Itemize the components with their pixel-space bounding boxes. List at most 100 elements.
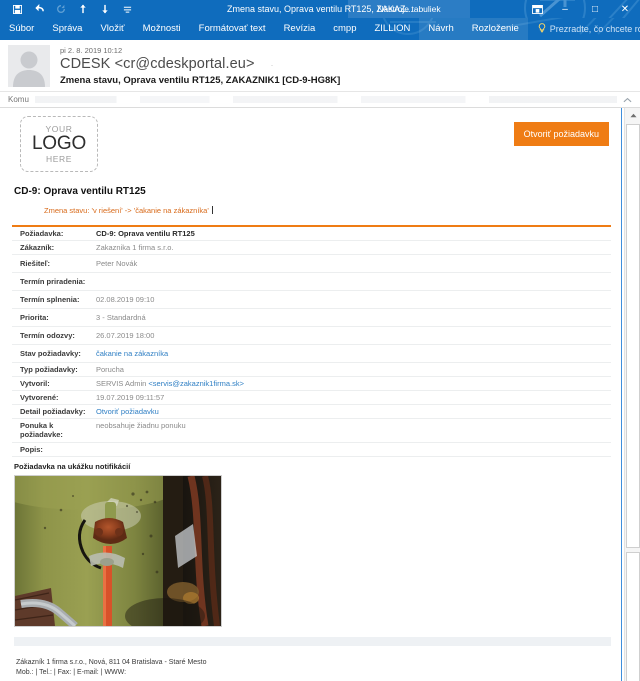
detail-key: Priorita: xyxy=(20,313,49,322)
table-row: Riešiteľ: Peter Novák xyxy=(12,255,611,273)
description-title: Požiadavka na ukážku notifikácií xyxy=(14,461,131,471)
tell-me-search[interactable]: Prezradte, čo chcete robiť... xyxy=(528,18,640,40)
reading-pane-scrollbar[interactable] xyxy=(624,108,640,681)
window-controls[interactable]: – □ ✕ xyxy=(524,0,640,18)
tab-formatovat-text[interactable]: Formátovať text xyxy=(190,18,275,40)
contextual-tools-label: Nástroje tabuliek xyxy=(348,0,470,18)
recipients-row: Komu xyxy=(0,92,640,108)
tab-moznosti[interactable]: Možnosti xyxy=(134,18,190,40)
detail-key: Vytvoril: xyxy=(20,379,50,388)
detail-key: Stav požiadavky: xyxy=(20,349,81,358)
creator-name: SERVIS Admin xyxy=(96,379,147,388)
message-header: pi 2. 8. 2019 10:12 CDESK <cr@cdeskporta… xyxy=(0,40,640,92)
photo-content xyxy=(15,475,221,626)
footer-contacts: Mob.: | Tel.: | Fax: | E-mail: | WWW: xyxy=(16,668,127,676)
open-request-button[interactable]: Otvoriť požiadavku xyxy=(513,122,609,146)
chevron-up-icon[interactable] xyxy=(623,95,632,105)
maximize-button[interactable]: □ xyxy=(580,0,610,18)
scrollbar-thumb[interactable] xyxy=(626,124,640,548)
footer-address: Zákazník 1 firma s.r.o., Nová, 811 04 Br… xyxy=(16,658,207,666)
detail-key: Popis: xyxy=(20,444,43,454)
recipients-label: Komu xyxy=(8,95,29,104)
tab-rozlozenie[interactable]: Rozloženie xyxy=(463,18,528,40)
company-logo-placeholder: YOUR LOGO HERE xyxy=(20,116,98,172)
tab-vlozit[interactable]: Vložiť xyxy=(91,18,133,40)
detail-key: Zákazník: xyxy=(20,243,55,252)
scroll-up-button[interactable] xyxy=(625,108,640,122)
detail-key: Ponuka k požiadavke: xyxy=(20,421,63,440)
table-row: Vytvorené: 19.07.2019 09:11:57 xyxy=(12,391,611,405)
detail-key: Termín odozvy: xyxy=(20,331,75,340)
customize-quick-access-icon[interactable] xyxy=(116,0,138,18)
tab-navrh[interactable]: Návrh xyxy=(419,18,462,40)
table-row: Vytvoril: SERVIS Admin <servis@zakaznik1… xyxy=(12,377,611,391)
table-row: Ponuka k požiadavke: neobsahuje žiadnu p… xyxy=(12,419,611,443)
detail-value-open-request-link[interactable]: Otvoriť požiadavku xyxy=(90,405,611,419)
tab-revizia[interactable]: Revízia xyxy=(275,18,325,40)
tab-zillion[interactable]: ZILLION xyxy=(365,18,419,40)
message-sender-text: CDESK <cr@cdeskportal.eu> xyxy=(60,56,255,72)
detail-value xyxy=(90,442,611,456)
detail-value: Peter Novák xyxy=(96,259,138,268)
detail-key: Vytvorené: xyxy=(20,393,59,402)
ribbon-display-options-icon[interactable] xyxy=(524,0,550,18)
logo-text-bottom: HERE xyxy=(45,153,73,164)
previous-item-icon[interactable] xyxy=(72,0,94,18)
tell-me-placeholder: Prezradte, čo chcete robiť... xyxy=(549,24,640,34)
message-date: pi 2. 8. 2019 10:12 xyxy=(60,46,123,55)
detail-value: 26.07.2019 18:00 xyxy=(96,331,155,340)
table-row: Termín odozvy: 26.07.2019 18:00 xyxy=(12,327,611,345)
tab-subor[interactable]: Súbor xyxy=(0,18,43,40)
detail-key: Požiadavka: xyxy=(20,229,64,238)
company-footer: Zákazník 1 firma s.r.o., Nová, 811 04 Br… xyxy=(16,658,611,678)
text-cursor xyxy=(211,206,213,214)
detail-value: CD-9: Oprava ventilu RT125 xyxy=(96,229,195,238)
request-title: CD-9: Oprava ventilu RT125 xyxy=(14,186,611,197)
email-body: YOUR LOGO HERE Otvoriť požiadavku CD-9: … xyxy=(2,108,622,681)
table-row: Detail požiadavky: Otvoriť požiadavku xyxy=(12,405,611,419)
body-top-row: YOUR LOGO HERE Otvoriť požiadavku xyxy=(12,116,611,172)
minimize-button[interactable]: – xyxy=(550,0,580,18)
detail-key: Termín splnenia: xyxy=(20,295,80,304)
lightbulb-icon xyxy=(538,23,546,35)
detail-value: Zakaznika 1 firma s.r.o. xyxy=(96,243,174,252)
detail-key: Riešiteľ: xyxy=(20,259,50,268)
request-detail-table: Požiadavka: CD-9: Oprava ventilu RT125 Z… xyxy=(12,225,611,457)
reading-pane: YOUR LOGO HERE Otvoriť požiadavku CD-9: … xyxy=(0,108,640,681)
status-change-text: Zmena stavu: 'v riešení' -> 'čakanie na … xyxy=(44,206,209,215)
footer-separator-top xyxy=(14,636,611,646)
close-button[interactable]: ✕ xyxy=(610,0,640,18)
detail-value: Porucha xyxy=(96,365,124,374)
tab-sprava[interactable]: Správa xyxy=(43,18,91,40)
detail-value: 3 - Standardná xyxy=(96,313,146,322)
contextual-tab-group: Návrh Rozloženie xyxy=(419,18,528,40)
table-row: Typ požiadavky: Porucha xyxy=(12,363,611,377)
request-name: Oprava ventilu RT125 xyxy=(43,186,146,197)
table-row: Zákazník: Zakaznika 1 firma s.r.o. xyxy=(12,241,611,255)
window-title-bar: Zmena stavu, Oprava ventilu RT125, ZAKAZ… xyxy=(0,0,640,18)
ribbon-tab-bar: Súbor Správa Vložiť Možnosti Formátovať … xyxy=(0,18,640,40)
recipients-redacted xyxy=(34,96,617,103)
creator-email-link[interactable]: <servis@zakaznik1firma.sk> xyxy=(148,379,244,388)
save-icon[interactable] xyxy=(6,0,28,18)
sender-avatar xyxy=(8,45,50,87)
tab-cmpp[interactable]: cmpp xyxy=(324,18,365,40)
detail-key: Detail požiadavky: xyxy=(20,407,86,416)
table-row: Požiadavka: CD-9: Oprava ventilu RT125 xyxy=(12,226,611,241)
detail-value-status-link[interactable]: čakanie na zákazníka xyxy=(90,345,611,363)
undo-icon[interactable] xyxy=(28,0,50,18)
detail-value-creator: SERVIS Admin <servis@zakaznik1firma.sk> xyxy=(90,377,611,391)
table-row: Priorita: 3 - Standardná xyxy=(12,309,611,327)
redo-icon xyxy=(50,0,72,18)
quick-access-toolbar[interactable] xyxy=(0,0,138,18)
table-row: Termín splnenia: 02.08.2019 09:10 xyxy=(12,291,611,309)
detail-key: Typ požiadavky: xyxy=(20,365,78,374)
message-subject: Zmena stavu, Oprava ventilu RT125, ZAKAZ… xyxy=(60,75,341,86)
table-row: Popis: xyxy=(12,442,611,457)
scrollbar-track-lower[interactable] xyxy=(626,552,640,681)
message-sender: CDESK <cr@cdeskportal.eu> · xyxy=(60,56,632,72)
next-item-icon[interactable] xyxy=(94,0,116,18)
logo-text-mid: LOGO xyxy=(31,133,87,155)
attached-photo[interactable] xyxy=(14,474,222,627)
status-change-note: Zmena stavu: 'v riešení' -> 'čakanie na … xyxy=(44,206,611,215)
